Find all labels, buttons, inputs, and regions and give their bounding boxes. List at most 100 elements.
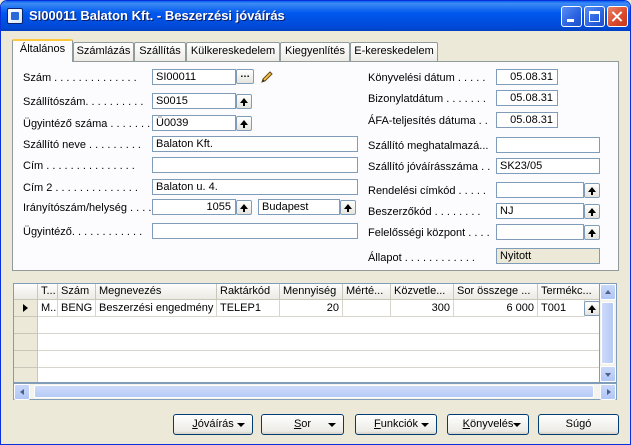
table-row[interactable] [38, 368, 599, 382]
column-header-direct-unit-cost[interactable]: Közvetle... [391, 284, 454, 300]
credit-memo-label: óváírás [197, 418, 234, 430]
posting-date-field[interactable]: 05.08.31 [496, 69, 558, 85]
city-drilldown[interactable] [340, 200, 356, 215]
table-row[interactable] [38, 351, 599, 368]
column-header-quantity[interactable]: Mennyiség [280, 284, 343, 300]
document-date-label: Bizonylatdátum . . . . . . . [368, 93, 486, 105]
table-cell[interactable]: 300 [391, 300, 454, 317]
row-selector-header [14, 284, 38, 300]
table-cell[interactable]: Beszerzési engedmény [96, 300, 217, 317]
up-arrow-icon [588, 208, 596, 216]
column-header-product-group[interactable]: Termékc... [538, 284, 599, 300]
up-arrow-icon [240, 98, 248, 106]
table-cell[interactable]: 20 [280, 300, 343, 317]
post-menu-button[interactable]: Könyvelés [447, 414, 529, 435]
general-tab-panel: Szám . . . . . . . . . . . . . . SI00011… [12, 61, 619, 271]
tab-e-commerce[interactable]: E-kereskedelem [350, 42, 438, 61]
horizontal-scroll-thumb[interactable] [34, 385, 594, 398]
row-selector[interactable] [14, 317, 38, 334]
credit-memo-menu-button[interactable]: Jóváírás [173, 414, 253, 435]
column-header-location[interactable]: Raktárkód [217, 284, 280, 300]
order-address-drilldown[interactable] [584, 183, 600, 198]
purchaser-code-label: Beszerzőkód . . . . . . . . [368, 206, 481, 218]
posting-date-label: Könyvelési dátum . . . . . [368, 72, 486, 84]
purchaser-field[interactable] [152, 223, 358, 239]
close-button[interactable] [607, 6, 628, 27]
close-icon [608, 7, 627, 26]
title-bar[interactable]: SI00011 Balaton Kft. - Beszerzési jóváír… [1, 1, 630, 31]
table-cell[interactable]: 6 000 [454, 300, 538, 317]
postcode-drilldown[interactable] [236, 200, 252, 215]
contact-number-drilldown[interactable] [236, 116, 252, 131]
vertical-scrollbar[interactable] [600, 283, 617, 383]
maximize-button[interactable] [584, 6, 605, 27]
purchaser-code-drilldown[interactable] [584, 204, 600, 219]
address2-field[interactable]: Balaton u. 4. [152, 179, 358, 195]
order-address-field[interactable] [496, 182, 584, 198]
functions-label: unkciók [380, 418, 419, 430]
table-cell[interactable]: T001 [538, 300, 585, 317]
table-cell[interactable]: M... [38, 300, 58, 317]
credit-memo-window: SI00011 Balaton Kft. - Beszerzési jóváír… [0, 0, 631, 445]
minimize-button[interactable] [561, 6, 582, 27]
scroll-up-button[interactable] [600, 284, 616, 300]
chevron-down-icon [328, 423, 336, 427]
table-cell[interactable] [343, 300, 391, 317]
functions-menu-button[interactable]: Funkciók [355, 414, 437, 435]
document-date-field[interactable]: 05.08.31 [496, 90, 558, 106]
row-selector[interactable] [14, 300, 38, 317]
tab-invoicing[interactable]: Számlázás [73, 42, 134, 61]
city-field[interactable]: Budapest [258, 199, 340, 215]
responsibility-center-field[interactable] [496, 224, 584, 240]
purchaser-code-field[interactable]: NJ [496, 203, 584, 219]
horizontal-scrollbar[interactable] [13, 383, 617, 400]
scroll-up-icon [605, 290, 611, 294]
column-header-description[interactable]: Megnevezés [96, 284, 217, 300]
vat-date-field[interactable]: 05.08.31 [496, 112, 558, 128]
column-header-type[interactable]: T... [38, 284, 58, 300]
vendor-number-drilldown[interactable] [236, 94, 252, 109]
vendor-number-field[interactable]: S0015 [152, 93, 236, 109]
order-address-label: Rendelési címkód . . . . . [368, 185, 486, 197]
vendor-credit-memo-field[interactable]: SK23/05 [496, 158, 600, 174]
scroll-down-button[interactable] [600, 366, 616, 382]
scroll-right-button[interactable] [600, 384, 616, 400]
tab-payments[interactable]: Kiegyenlítés [280, 42, 350, 61]
status-field: Nyitott [496, 248, 600, 264]
app-icon[interactable] [7, 8, 23, 24]
line-menu-button[interactable]: Sor [261, 414, 344, 435]
column-header-unit[interactable]: Mérté... [343, 284, 391, 300]
tab-foreign-trade[interactable]: Külkereskedelem [186, 42, 280, 61]
column-header-line-amount[interactable]: Sor összege ... [454, 284, 538, 300]
scroll-left-button[interactable] [14, 384, 30, 400]
postcode-field[interactable]: 1055 [152, 199, 236, 215]
scroll-down-icon [605, 373, 611, 377]
tab-general[interactable]: Általános [12, 39, 73, 62]
table-cell[interactable]: TELEP1 [217, 300, 280, 317]
address-field[interactable] [152, 157, 358, 173]
row-selector[interactable] [14, 334, 38, 351]
row-selector[interactable] [14, 368, 38, 382]
column-header-number[interactable]: Szám [58, 284, 96, 300]
table-row[interactable] [38, 334, 599, 351]
number-field[interactable]: SI00011 [152, 69, 236, 85]
table-row[interactable] [38, 317, 599, 334]
vendor-authorization-field[interactable] [496, 137, 600, 153]
post-label: önyvelés [469, 418, 514, 430]
table-cell[interactable]: BENG [58, 300, 96, 317]
vendor-number-label: Szállítószám. . . . . . . . . . [23, 96, 144, 108]
scroll-left-icon [20, 389, 24, 395]
lookup-button[interactable]: … [236, 69, 254, 84]
row-selector[interactable] [14, 351, 38, 368]
responsibility-center-drilldown[interactable] [584, 225, 600, 240]
vendor-name-field[interactable]: Balaton Kft. [152, 136, 358, 152]
lines-grid[interactable]: T... Szám Megnevezés Raktárkód Mennyiség… [13, 283, 600, 383]
vertical-scroll-thumb[interactable] [601, 302, 614, 364]
edit-pencil-icon[interactable] [259, 69, 275, 85]
contact-number-label: Ügyintéző száma . . . . . . . [23, 118, 151, 130]
tab-shipping[interactable]: Szállítás [134, 42, 186, 61]
help-button[interactable]: Súgó [538, 414, 619, 435]
product-group-drilldown[interactable] [584, 301, 599, 316]
up-arrow-icon [344, 204, 352, 212]
contact-number-field[interactable]: Ü0039 [152, 115, 236, 131]
